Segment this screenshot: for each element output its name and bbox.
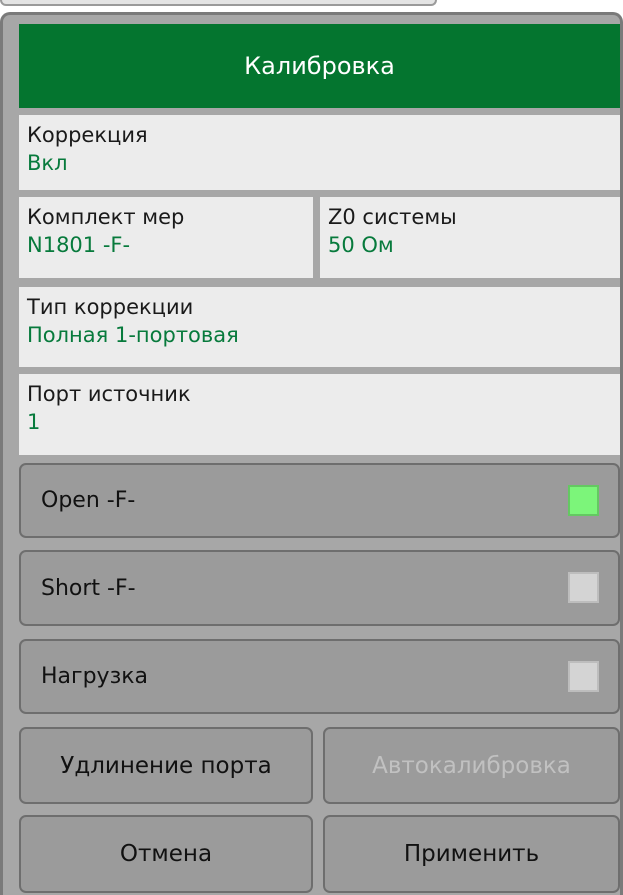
correction-value: Вкл xyxy=(27,151,68,175)
correction-type-label: Тип коррекции xyxy=(27,295,194,319)
short-standard-button[interactable]: Short -F- xyxy=(19,550,620,626)
source-port-value: 1 xyxy=(27,410,41,434)
open-status-indicator xyxy=(568,485,599,516)
cal-kit-label: Комплект мер xyxy=(27,205,185,229)
correction-field[interactable]: Коррекция Вкл xyxy=(19,115,620,190)
short-status-indicator xyxy=(568,572,599,603)
correction-type-field[interactable]: Тип коррекции Полная 1-портовая xyxy=(19,287,620,367)
source-port-label: Порт источник xyxy=(27,382,191,406)
z0-field[interactable]: Z0 системы 50 Ом xyxy=(320,197,620,278)
panel-title: Калибровка xyxy=(19,24,620,108)
cal-kit-value: N1801 -F- xyxy=(27,233,131,257)
autocal-button: Автокалибровка xyxy=(323,727,620,804)
z0-value: 50 Ом xyxy=(328,233,394,257)
port-extension-button[interactable]: Удлинение порта xyxy=(19,727,313,804)
load-standard-button[interactable]: Нагрузка xyxy=(19,639,620,714)
correction-label: Коррекция xyxy=(27,123,148,147)
load-status-indicator xyxy=(568,661,599,692)
short-standard-label: Short -F- xyxy=(41,575,136,601)
open-standard-button[interactable]: Open -F- xyxy=(19,463,620,538)
open-standard-label: Open -F- xyxy=(41,488,136,513)
correction-type-value: Полная 1-портовая xyxy=(27,323,239,347)
z0-label: Z0 системы xyxy=(328,205,457,229)
cal-kit-field[interactable]: Комплект мер N1801 -F- xyxy=(19,197,313,278)
cancel-button[interactable]: Отмена xyxy=(19,815,313,893)
top-bar-edge xyxy=(0,0,437,6)
source-port-field[interactable]: Порт источник 1 xyxy=(19,374,620,455)
load-standard-label: Нагрузка xyxy=(41,664,149,689)
apply-button[interactable]: Применить xyxy=(323,815,620,893)
